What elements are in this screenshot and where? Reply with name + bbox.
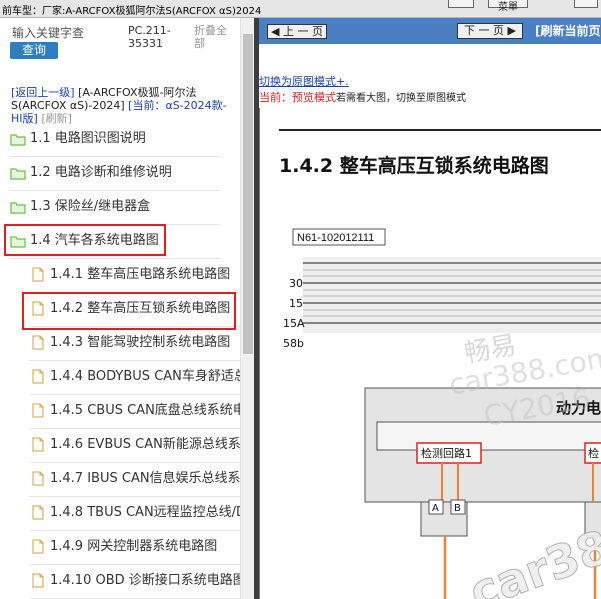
tree-document[interactable]: 1.4.3 智能驾驶控制系统电路图 [32,326,240,360]
title-rule [279,129,601,131]
back-link[interactable]: [返回上一级] [11,86,75,99]
prev-label: 上 一 页 [282,25,323,38]
search-input[interactable]: 输入关键字查 [12,24,84,41]
tree-document[interactable]: 1.4.7 IBUS CAN信息娱乐总线系统 [32,462,240,496]
tree-document-label: 1.4.9 网关控制器系统电路图 [50,539,218,554]
folder-icon [10,134,26,146]
document-icon [32,539,44,554]
rail-label: 15 [289,297,303,310]
mode-name: 预览模式 [292,91,336,104]
loop1-label: 检测回路1 [421,446,472,460]
tree-document-label: 1.4.7 IBUS CAN信息娱乐总线系统 [50,471,240,486]
circuit-diagram: N61-102012111 30 15 15A 58b 动力电 检测回路1 检 … [283,228,601,599]
vehicle-info: 前车型：厂家:A-ARCFOX极狐阿尔法S(ARCFOX αS)2024 [2,6,262,17]
submodule-box [376,421,601,451]
prev-page-button[interactable]: ◀ 上 一 页 [267,24,327,39]
breadcrumb: [返回上一级] [A-ARCFOX极狐-阿尔法S(ARCFOX αS)-2024… [11,86,237,125]
tree-document-label: 1.4.5 CBUS CAN底盘总线系统电路图 [50,403,240,418]
tree-folder-label: 1.1 电路图识图说明 [30,131,146,146]
tree-document-label: 1.4.8 TBUS CAN远程监控总线/D [50,505,240,520]
page-title: 1.4.2 整车高压互锁系统电路图 [279,155,549,177]
refresh-page-link[interactable]: [刷新当前页] [535,22,601,39]
tree-document[interactable]: 1.4.9 网关控制器系统电路图 [32,530,240,564]
tree-document[interactable]: 1.4.5 CBUS CAN底盘总线系统电路图 [32,394,240,428]
tree-folder-label: 1.2 电路诊断和维修说明 [30,165,172,180]
tree-folder-label: 1.3 保险丝/继电器盒 [30,199,151,214]
top-status-bar: 前车型：厂家:A-ARCFOX极狐阿尔法S(ARCFOX αS)2024 菜單 [0,0,601,18]
tree-document-label: 1.4.6 EVBUS CAN新能源总线系统 [50,437,240,452]
switch-mode-link[interactable]: 切换为原图模式+. [259,73,349,89]
highlight-box [4,224,166,256]
pin-a: A [432,503,439,514]
folder-icon [10,202,26,214]
next-label: 下 一 页 [464,24,505,37]
rail-label: 30 [289,277,303,290]
tree-document-label: 1.4.10 OBD 诊断接口系统电路图 [50,573,240,588]
mode-desc: 若需看大图，切换至原图模式 [336,93,466,104]
page-nav-bar: ◀ 上 一 页 下 一 页 ▶ [刷新当前页] [259,18,601,44]
document-icon [32,437,44,452]
pc-code: PC.211-35331 [128,24,171,50]
mode-prefix: 当前： [259,91,292,104]
toolbar-button[interactable] [448,0,474,8]
highlight-box [22,292,236,330]
connector-box [584,501,601,537]
document-icon [32,573,44,588]
pin-b: B [454,503,461,514]
mode-status: 当前：预览模式若需看大图，切换至原图模式 [259,89,466,105]
document-icon [32,403,44,418]
menu-button[interactable]: 菜單 [488,0,528,13]
document-icon [32,471,44,486]
module-title: 动力电 [556,399,601,417]
toolbar-button[interactable] [574,0,598,8]
rail-label: 15A [283,317,305,330]
tree-document-label: 1.4.4 BODYBUS CAN车身舒适总线 [50,369,240,384]
tree-folder[interactable]: 1.2 电路诊断和维修说明 [10,156,240,190]
document-icon [32,267,44,282]
rail-band [303,257,601,333]
tree-folder[interactable]: 1.1 电路图识图说明 [10,122,240,156]
loop2-label: 检 [588,446,599,460]
prev-arrow-icon: ◀ [271,25,280,38]
diagram-ref: N61-102012111 [297,232,374,244]
next-arrow-icon: ▶ [507,24,516,37]
tree-document[interactable]: 1.4.8 TBUS CAN远程监控总线/D [32,496,240,530]
rail-label: 58b [283,337,304,350]
scrollbar-thumb[interactable] [243,34,253,354]
document-icon [32,369,44,384]
folder-icon [10,168,26,180]
query-button[interactable]: 查询 [10,42,58,59]
tree-document-label: 1.4.1 整车高压电路系统电路图 [50,267,231,282]
tree-document[interactable]: 1.4.6 EVBUS CAN新能源总线系统 [32,428,240,462]
document-icon [32,505,44,520]
tree-folder[interactable]: 1.3 保险丝/继电器盒 [10,190,240,224]
scrollbar[interactable] [240,18,254,599]
tree-document[interactable]: 1.4.1 整车高压电路系统电路图 [32,258,240,292]
tree-document[interactable]: 1.4.10 OBD 诊断接口系统电路图 [32,564,240,598]
left-panel: 输入关键字查 查询 PC.211-35331 折叠全部 [返回上一级] [A-A… [0,18,256,599]
right-panel: ◀ 上 一 页 下 一 页 ▶ [刷新当前页] 切换为原图模式+. 当前：预览模… [259,18,601,599]
fold-all-button[interactable]: 折叠全部 [194,24,236,50]
tree-document-label: 1.4.3 智能驾驶控制系统电路图 [50,335,231,350]
next-page-button[interactable]: 下 一 页 ▶ [457,23,523,39]
document-icon [32,335,44,350]
tree-document[interactable]: 1.4.4 BODYBUS CAN车身舒适总线 [32,360,240,394]
